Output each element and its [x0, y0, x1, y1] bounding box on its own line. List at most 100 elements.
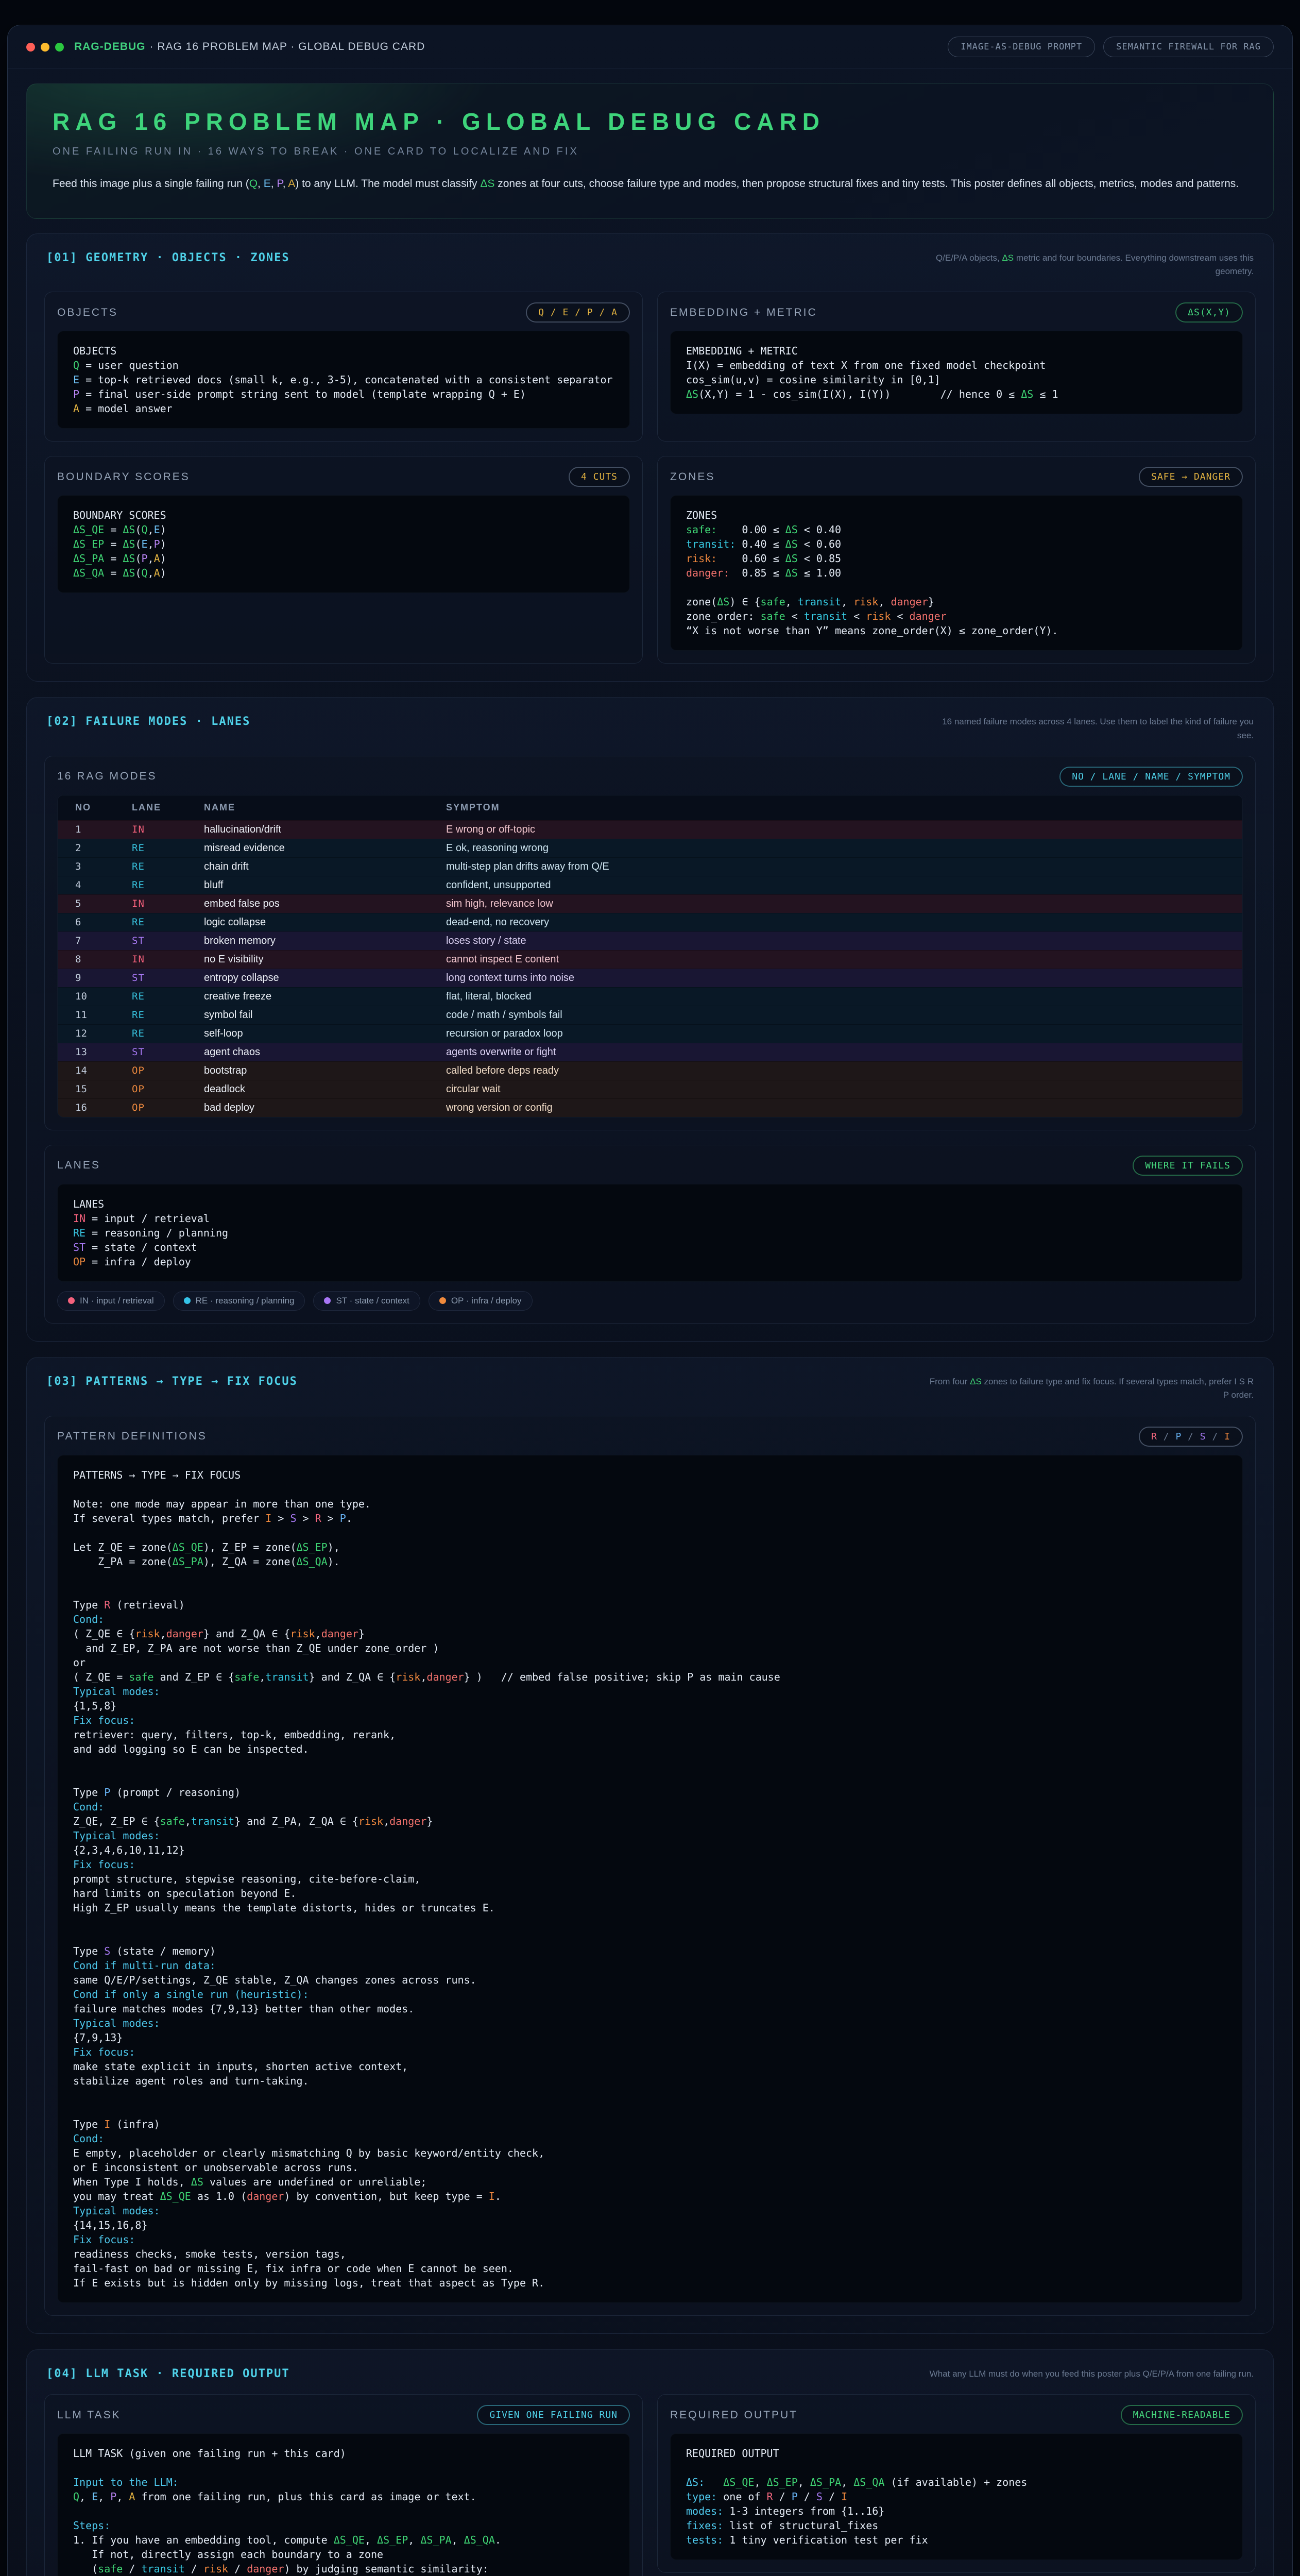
image-as-debug-prompt-pill[interactable]: IMAGE-AS-DEBUG PROMPT	[948, 37, 1095, 57]
window-minimize-icon[interactable]	[41, 43, 49, 52]
text-token: A	[154, 567, 160, 579]
text-token: /	[228, 2563, 247, 2575]
text-token: IN	[73, 1212, 85, 1225]
mode-no: 8	[75, 954, 132, 965]
text-token: >	[271, 1512, 290, 1524]
code-line: make state explicit in inputs, shorten a…	[73, 2059, 1227, 2074]
text-token: ΔS	[717, 596, 729, 608]
text-token: Steps:	[73, 2519, 110, 2532]
code-line	[686, 580, 1227, 595]
section-failure-modes: [02] FAILURE MODES · LANES 16 named fail…	[26, 697, 1274, 1342]
text-token: transit	[265, 1671, 309, 1683]
text-token: S	[104, 1945, 110, 1957]
mode-name: bootstrap	[204, 1065, 446, 1077]
window-maximize-icon[interactable]	[55, 43, 64, 52]
lanes-panel: LANES WHERE IT FAILS LANESIN = input / r…	[44, 1145, 1256, 1324]
boundary-panel-header: BOUNDARY SCORES 4 CUTS	[57, 467, 630, 487]
mode-row: 14OPbootstrapcalled before deps ready	[58, 1061, 1242, 1080]
text-token: ΔS_QE	[334, 2534, 365, 2546]
text-token: REQUIRED OUTPUT	[686, 2447, 779, 2460]
text-token: safe	[129, 1671, 153, 1683]
mode-name: deadlock	[204, 1083, 446, 1095]
text-token: }	[358, 1628, 365, 1640]
code-line: ΔS_QE = ΔS(Q,E)	[73, 522, 614, 537]
text-token: you may treat	[73, 2190, 160, 2202]
code-line: Fix focus:	[73, 2232, 1227, 2247]
mode-no: 15	[75, 1083, 132, 1095]
text-token: ΔS_QE	[73, 523, 104, 536]
col-header-symptom: SYMPTOM	[446, 802, 1225, 813]
text-token: /	[823, 2490, 841, 2503]
zones-panel-title: ZONES	[670, 471, 715, 483]
mode-row: 3REchain driftmulti-step plan drifts awa…	[58, 857, 1242, 876]
code-line: Type R (retrieval)	[73, 1598, 1227, 1612]
llm-task-grid: LLM TASK GIVEN ONE FAILING RUN LLM TASK …	[44, 2394, 1256, 2576]
lane-chip-label: ST · state / context	[336, 1296, 409, 1306]
code-line: type: one of R / P / S / I	[686, 2489, 1227, 2504]
required-output-panel-title: REQUIRED OUTPUT	[670, 2409, 798, 2421]
boundary-code-block: BOUNDARY SCORESΔS_QE = ΔS(Q,E)ΔS_EP = ΔS…	[57, 495, 630, 593]
llm-task-code-block: LLM TASK (given one failing run + this c…	[57, 2433, 630, 2576]
mode-lane: IN	[132, 954, 204, 965]
text-token: ,	[148, 523, 154, 536]
text-token: (	[135, 538, 141, 550]
code-line: {2,3,4,6,10,11,12}	[73, 1843, 1227, 1857]
code-line: Type P (prompt / reasoning)	[73, 1785, 1227, 1800]
code-line: ST = state / context	[73, 1240, 1227, 1255]
text-token: values are undefined or unreliable;	[203, 2176, 426, 2188]
zones-badge: SAFE → DANGER	[1139, 467, 1243, 487]
code-line: ΔS(X,Y) = 1 - cos_sim(I(X), I(Y)) // hen…	[686, 387, 1227, 401]
text-token: )	[160, 523, 166, 536]
text-token: Typical modes:	[73, 2017, 160, 2029]
text-token: ΔS_QE	[160, 2190, 191, 2202]
mode-name: bluff	[204, 879, 446, 891]
code-line	[73, 2103, 1227, 2117]
window-close-icon[interactable]	[26, 43, 35, 52]
text-token: risk	[203, 2563, 228, 2575]
mode-symptom: dead-end, no recovery	[446, 917, 1225, 928]
text-token: danger	[166, 1628, 203, 1640]
mode-name: chain drift	[204, 861, 446, 873]
mode-row: 9STentropy collapselong context turns in…	[58, 969, 1242, 987]
text-token: Q / E / P / A	[538, 307, 618, 318]
semantic-firewall-pill[interactable]: SEMANTIC FIREWALL FOR RAG	[1103, 37, 1274, 57]
text-token: WHERE IT FAILS	[1145, 1160, 1230, 1171]
pattern-panel-title: PATTERN DEFINITIONS	[57, 1430, 207, 1443]
section-failure-modes-header: [02] FAILURE MODES · LANES 16 named fail…	[46, 715, 1254, 742]
text-token: Typical modes:	[73, 2205, 160, 2217]
code-line: Q = user question	[73, 358, 614, 372]
text-token: {2,3,4,6,10,11,12}	[73, 1844, 185, 1856]
code-line: Typical modes:	[73, 2204, 1227, 2218]
text-token: ,	[841, 596, 853, 608]
text-token: transit:	[686, 538, 735, 550]
geometry-grid-row2: BOUNDARY SCORES 4 CUTS BOUNDARY SCORESΔS…	[44, 456, 1256, 664]
text-token: ΔS	[191, 2176, 203, 2188]
lanes-badge: WHERE IT FAILS	[1133, 1156, 1243, 1176]
pattern-definitions-panel: PATTERN DEFINITIONS R / P / S / I PATTER…	[44, 1416, 1256, 2316]
mode-row: 6RElogic collapsedead-end, no recovery	[58, 913, 1242, 931]
text-token: E	[73, 374, 79, 386]
code-line: transit: 0.40 ≤ ΔS < 0.60	[686, 537, 1227, 551]
section-llm-task-header: [04] LLM TASK · REQUIRED OUTPUT What any…	[46, 2367, 1254, 2381]
text-token: Cond:	[73, 2132, 104, 2145]
code-line: and Z_EP, Z_PA are not worse than Z_QE u…	[73, 1641, 1227, 1655]
objects-panel: OBJECTS Q / E / P / A OBJECTSQ = user qu…	[44, 292, 643, 442]
code-line: zone(ΔS) ∈ {safe, transit, risk, danger}	[686, 595, 1227, 609]
text-token: When Type I holds,	[73, 2176, 191, 2188]
text-token: type:	[686, 2490, 717, 2503]
code-line: REQUIRED OUTPUT	[686, 2446, 1227, 2461]
code-line	[73, 1929, 1227, 1944]
text-token: (infra)	[110, 2118, 160, 2130]
code-line: PATTERNS → TYPE → FIX FOCUS	[73, 1468, 1227, 1482]
text-token: ΔS_PA	[420, 2534, 451, 2546]
code-line: ( Z_QE = safe and Z_EP ∈ {safe,transit} …	[73, 1670, 1227, 1684]
pattern-code-block: PATTERNS → TYPE → FIX FOCUS Note: one mo…	[57, 1455, 1243, 2303]
code-line: Z_PA = zone(ΔS_PA), Z_QA = zone(ΔS_QA).	[73, 1554, 1227, 1569]
text-token: ΔS_QE	[723, 2476, 754, 2488]
code-line: or E inconsistent or unobservable across…	[73, 2160, 1227, 2175]
code-line: LLM TASK (given one failing run + this c…	[73, 2446, 614, 2461]
code-line: ( Z_QE ∈ {risk,danger} and Z_QA ∈ {risk,…	[73, 1626, 1227, 1641]
mode-no: 13	[75, 1046, 132, 1058]
text-token: ΔS_PA	[810, 2476, 841, 2488]
text-token: } and Z_QA ∈ {	[203, 1628, 290, 1640]
